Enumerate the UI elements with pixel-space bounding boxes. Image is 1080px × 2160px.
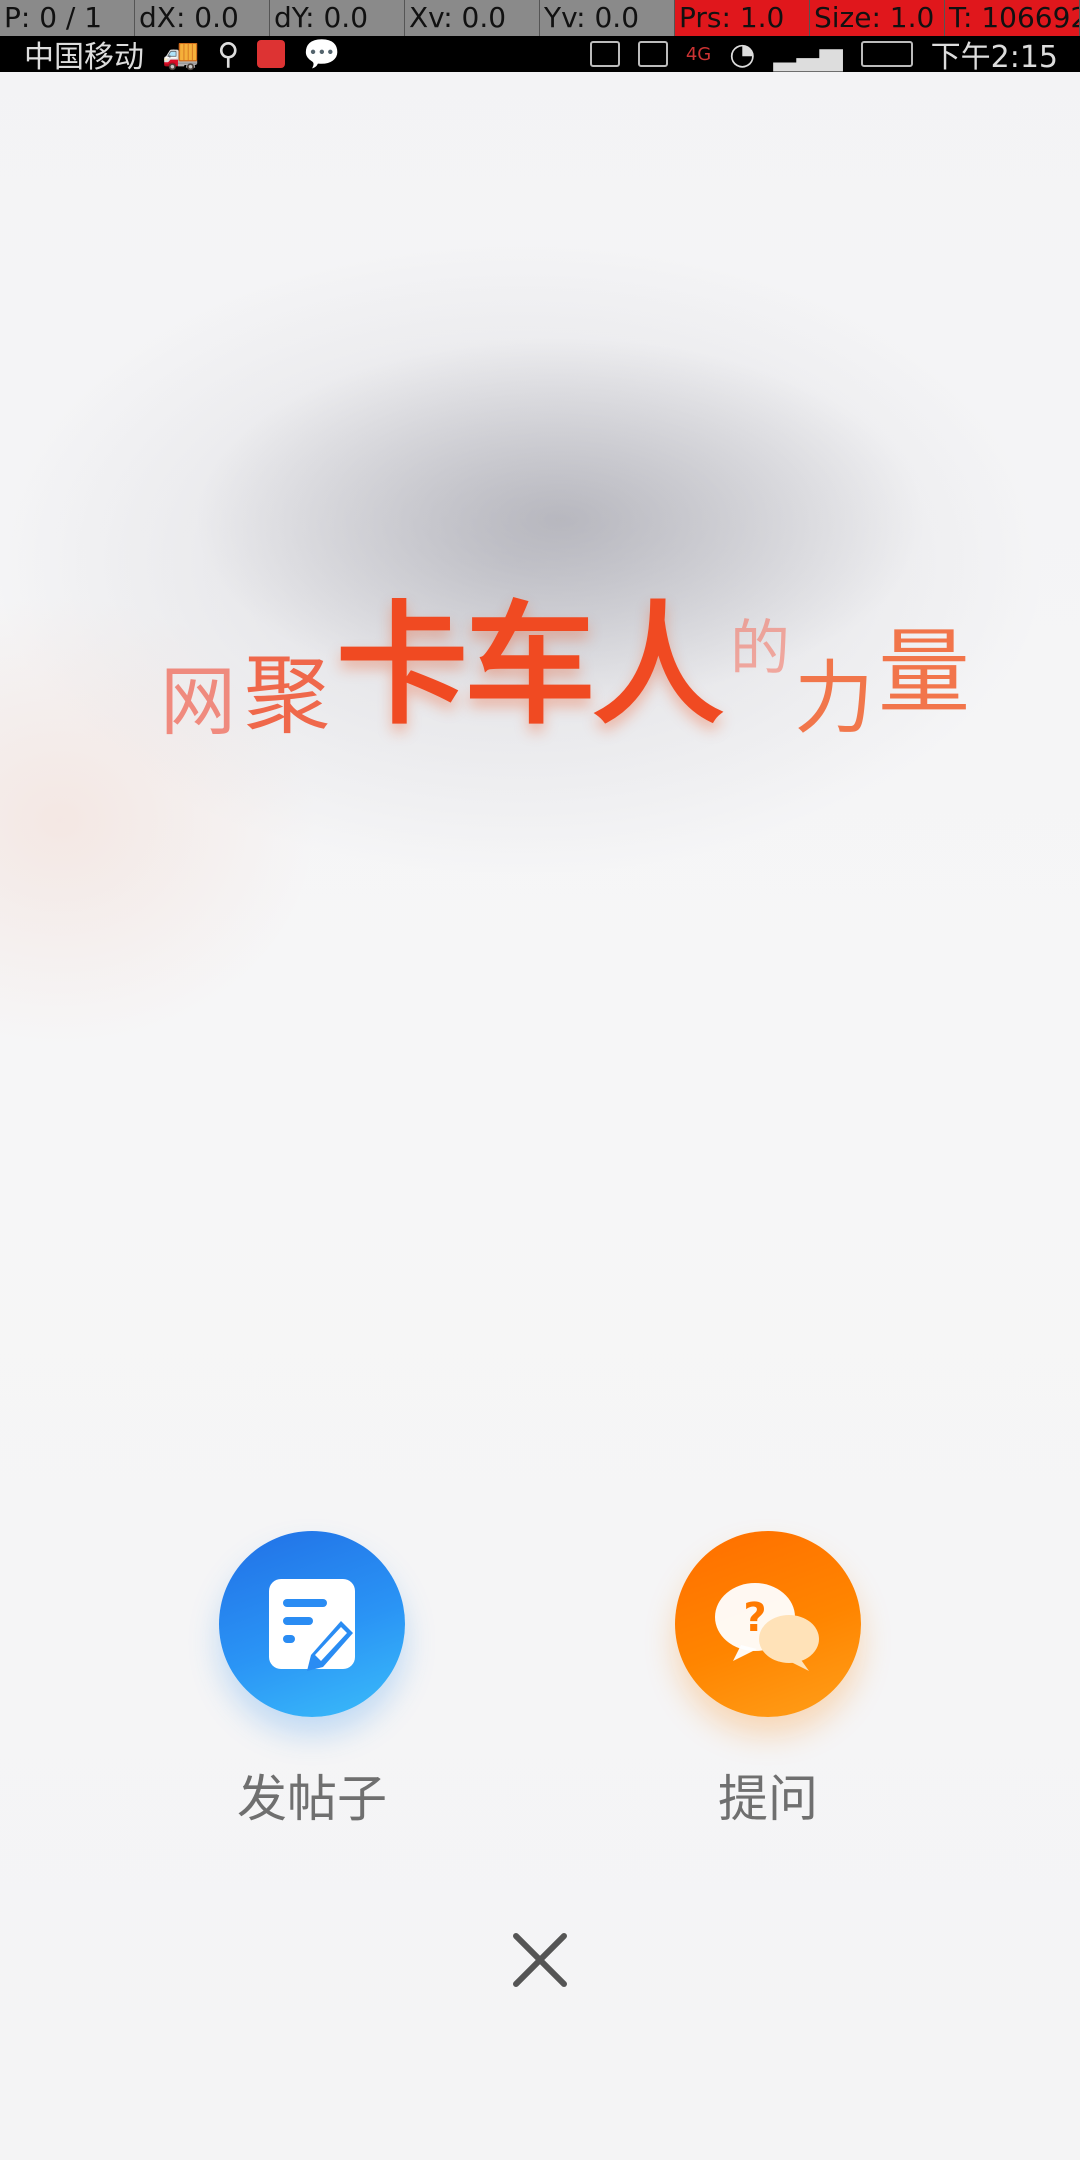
- debug-cell: P: 0 / 1: [0, 0, 135, 36]
- ask-question-button[interactable]: ? 提问: [675, 1531, 861, 1831]
- slogan-part: 量: [878, 618, 971, 726]
- debug-overlay: P: 0 / 1 dX: 0.0 dY: 0.0 Xv: 0.0 Yv: 0.0…: [0, 0, 1080, 36]
- clock-label: 下午2:15: [930, 40, 1058, 75]
- close-icon[interactable]: [510, 1930, 570, 1990]
- post-button[interactable]: 发帖子: [219, 1531, 405, 1831]
- slogan-headline: 网 聚 卡车人 的 力 量: [160, 588, 971, 750]
- slogan-part: 力: [794, 652, 874, 745]
- slogan-part: 的: [730, 614, 790, 684]
- debug-cell: Yv: 0.0: [540, 0, 675, 36]
- post-label[interactable]: 发帖子: [237, 1759, 387, 1831]
- debug-cell: Prs: 1.0: [675, 0, 810, 36]
- ask-label[interactable]: 提问: [718, 1759, 818, 1831]
- svg-text:?: ?: [743, 1595, 766, 1641]
- ask-icon-circle[interactable]: ?: [675, 1531, 861, 1717]
- debug-cell: Size: 1.0: [810, 0, 945, 36]
- debug-cell: T: 106692: [945, 0, 1080, 36]
- post-icon-circle[interactable]: [219, 1531, 405, 1717]
- hd-icon: [637, 41, 668, 67]
- truck-icon: 🚚: [162, 36, 200, 72]
- wifi-icon: ◔: [729, 36, 756, 72]
- status-bar: 中国移动 🚚 ⚲ 💬 4G ◔ ▂▃▅ 下午2:15: [0, 36, 1080, 75]
- question-chat-icon: ?: [715, 1583, 819, 1671]
- carrier-label: 中国移动: [24, 40, 144, 75]
- network-type-label: 4G: [685, 43, 712, 65]
- post-edit-icon: [269, 1579, 355, 1671]
- background: [0, 0, 1080, 2160]
- debug-cell: dY: 0.0: [270, 0, 405, 36]
- app-icon: [257, 40, 286, 68]
- usb-icon: ⚲: [217, 36, 240, 72]
- debug-cell: Xv: 0.0: [405, 0, 540, 36]
- slogan-part: 聚: [244, 646, 330, 746]
- wechat-icon: 💬: [303, 36, 341, 72]
- vibrate-icon: [589, 41, 620, 67]
- slogan-emphasis: 卡车人: [336, 588, 724, 743]
- signal-icon: ▂▃▅: [773, 36, 843, 72]
- debug-cell: dX: 0.0: [135, 0, 270, 36]
- slogan-part: 网: [160, 657, 236, 746]
- battery-icon: [860, 41, 913, 67]
